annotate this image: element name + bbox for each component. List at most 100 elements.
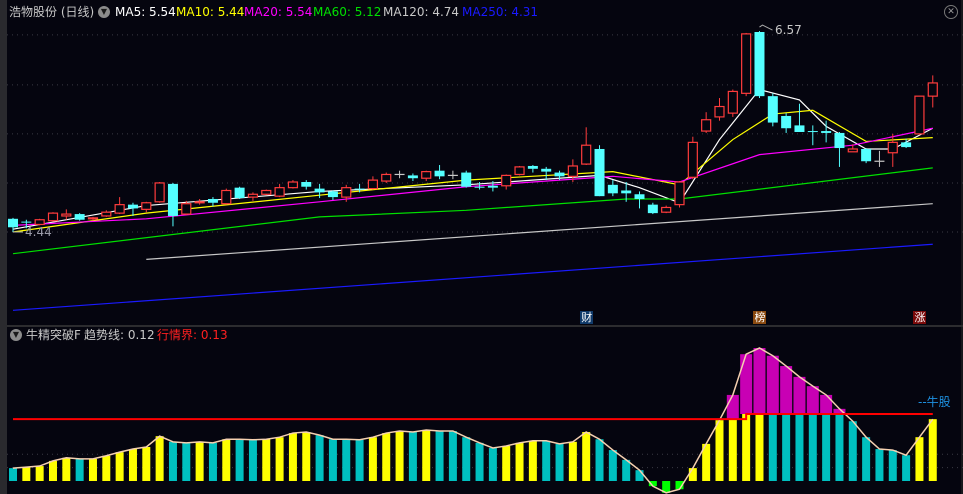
candle-body-down <box>487 185 498 188</box>
indicator-bar <box>875 449 884 481</box>
candle-body-down <box>74 214 85 220</box>
candle-body-down <box>647 204 658 214</box>
indicator-bar-above-line <box>753 348 766 414</box>
finance-badge[interactable]: 财 <box>580 311 594 324</box>
candle-body-up <box>61 213 72 217</box>
ma120-line <box>146 203 933 260</box>
indicator-bar <box>635 470 644 481</box>
indicator-bar <box>608 450 617 481</box>
indicator-bar <box>35 466 44 481</box>
indicator-bar <box>75 458 84 481</box>
indicator-bar <box>755 413 764 481</box>
candle-body-down <box>301 182 312 187</box>
candle-body-up <box>727 90 738 114</box>
ma250-label: MA250: 4.31 <box>462 5 539 19</box>
indicator-bar <box>368 437 377 481</box>
candle-body-down <box>474 186 485 188</box>
indicator-bar <box>102 455 111 481</box>
ma120-label: MA120: 4.74 <box>383 5 460 19</box>
chevron-down-icon[interactable]: ▼ <box>10 329 22 341</box>
indicator-bar <box>515 442 524 481</box>
candle-body-up <box>154 182 165 203</box>
indicator-bar <box>142 446 151 481</box>
candle-body-up <box>34 219 45 226</box>
indicator-bar <box>915 437 924 481</box>
indicator-bar-above-line <box>726 394 739 420</box>
indicator-bar <box>355 439 364 481</box>
ma60-line <box>12 167 933 255</box>
candle-body-up <box>261 189 272 195</box>
candle-body-up <box>421 171 432 179</box>
candle-body-down <box>834 132 845 149</box>
candle-body-down <box>634 194 645 199</box>
indicator-bar <box>408 432 417 481</box>
high-price-label: 6.57 <box>775 23 802 37</box>
indicator-bar <box>542 440 551 481</box>
candle-body-up <box>914 95 925 135</box>
indicator-bar <box>595 439 604 481</box>
candle-body-down <box>621 190 632 194</box>
chart-canvas[interactable] <box>0 0 963 494</box>
indicator-bar <box>275 437 284 481</box>
indicator-bar <box>715 420 724 481</box>
candle-body-down <box>127 204 138 209</box>
market-threshold-line <box>13 412 933 421</box>
indicator-bar <box>222 439 231 481</box>
ranking-badge[interactable]: 榜 <box>753 311 767 324</box>
candle-body-down <box>327 191 338 198</box>
indicator-bar <box>422 429 431 481</box>
candle-body-down <box>821 131 832 133</box>
candle-body-up <box>194 201 205 204</box>
candle-body-down <box>407 175 418 179</box>
candle-body-down <box>207 198 218 203</box>
indicator-bar <box>848 421 857 481</box>
indicator-bar <box>862 437 871 481</box>
candle-body-up <box>927 82 938 97</box>
indicator-bar <box>22 467 31 481</box>
candle-body-down <box>554 172 565 177</box>
candle-body-down <box>527 165 538 169</box>
candle-body-up <box>674 181 685 206</box>
indicator-bar-above-line <box>780 366 793 414</box>
indicator-bar <box>48 460 57 481</box>
candle-body-up <box>741 33 752 94</box>
candle-body-down <box>434 170 445 177</box>
indicator-bar <box>462 437 471 481</box>
indicator-bar <box>502 445 511 481</box>
indicator-bar <box>835 413 844 481</box>
stock-chart-window: 浩物股份 (日线) ▼ MA5: 5.54 MA10: 5.44 MA20: 5… <box>0 0 963 494</box>
indicator-name[interactable]: 牛精突破F <box>26 328 81 342</box>
indicator-bar <box>168 441 177 481</box>
stock-title[interactable]: 浩物股份 (日线) <box>9 5 94 19</box>
candle-body-up <box>114 204 125 214</box>
candle-body-up <box>367 179 379 190</box>
candle-body-up <box>87 217 99 220</box>
trend-line <box>12 347 934 494</box>
candle-body-down <box>807 131 818 133</box>
indicator-bar <box>888 450 897 481</box>
candle-body-up <box>514 166 525 176</box>
indicator-bar <box>448 431 457 481</box>
indicator-bar <box>262 439 271 481</box>
candle-body-up <box>141 202 152 210</box>
ma5-label: MA5: 5.54 <box>115 5 176 19</box>
candle-body-down <box>754 32 765 97</box>
indicator-bar <box>928 419 937 481</box>
candle-body-down <box>314 188 325 193</box>
chevron-down-icon[interactable]: ▼ <box>98 6 110 18</box>
indicator-bar <box>328 439 337 481</box>
indicator-bar <box>808 413 817 481</box>
trend-line-value: 趋势线: 0.12 <box>84 328 155 342</box>
indicator-bar <box>342 439 351 481</box>
candle-body-down <box>767 96 778 123</box>
indicator-bar <box>582 432 591 481</box>
candle-body-down <box>781 115 792 129</box>
candle-body-up <box>47 212 59 222</box>
indicator-bar <box>488 448 497 481</box>
indicator-bar <box>88 458 97 481</box>
close-icon[interactable]: ✕ <box>944 5 958 19</box>
indicator-bar <box>728 419 737 481</box>
limit-up-badge[interactable]: 涨 <box>913 311 927 324</box>
indicator-bar-above-line <box>766 355 779 414</box>
candle-body-down <box>354 188 365 190</box>
